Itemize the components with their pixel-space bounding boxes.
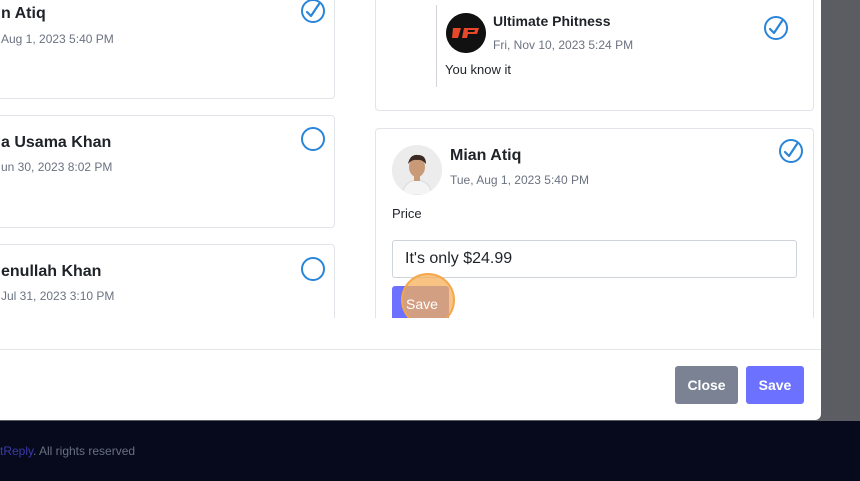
- brand-logo-avatar: [446, 13, 486, 53]
- reply-save-button[interactable]: Save: [392, 273, 455, 318]
- select-checkbox[interactable]: [301, 257, 325, 281]
- save-button[interactable]: Save: [746, 366, 804, 404]
- comment-author: Mian Atiq: [450, 147, 522, 164]
- comment-card[interactable]: a Usama Khan un 30, 2023 8:02 PM: [0, 115, 335, 228]
- comment-date: un 30, 2023 8:02 PM: [1, 160, 113, 174]
- reply-input[interactable]: [392, 240, 797, 278]
- comment-author: enullah Khan: [1, 263, 102, 280]
- page-footer: tReply . All rights reserved: [0, 421, 860, 481]
- modal-dialog: n Atiq Aug 1, 2023 5:40 PM a Usama Khan …: [0, 0, 821, 420]
- comment-message: Price: [392, 206, 422, 221]
- reply-thread-line: [436, 5, 437, 87]
- reply-date: Fri, Nov 10, 2023 5:24 PM: [493, 38, 634, 52]
- comment-card[interactable]: Mian Atiq Tue, Aug 1, 2023 5:40 PM Price…: [375, 128, 814, 318]
- reply-save-label: Save: [406, 296, 438, 312]
- user-photo-icon: [392, 145, 442, 195]
- brand-link[interactable]: tReply: [0, 444, 34, 458]
- select-checkbox-checked[interactable]: [779, 139, 803, 163]
- select-checkbox-checked[interactable]: [301, 0, 325, 23]
- copyright-text: . All rights reserved: [33, 444, 136, 458]
- reply-author: Ultimate Phitness: [493, 13, 611, 29]
- checkmark-icon: [768, 19, 784, 35]
- comment-card[interactable]: n Atiq Aug 1, 2023 5:40 PM: [0, 0, 335, 99]
- modal-body: n Atiq Aug 1, 2023 5:40 PM a Usama Khan …: [0, 0, 821, 318]
- select-checkbox-checked[interactable]: [764, 16, 788, 40]
- up-logo-icon: [446, 13, 486, 53]
- comment-date: Jul 31, 2023 3:10 PM: [1, 289, 115, 303]
- select-checkbox[interactable]: [301, 127, 325, 151]
- reply-message: You know it: [445, 62, 512, 77]
- comment-author: n Atiq: [1, 5, 46, 22]
- checkmark-icon: [783, 142, 799, 158]
- comment-author: a Usama Khan: [1, 134, 112, 151]
- comment-date: Aug 1, 2023 5:40 PM: [1, 32, 114, 46]
- modal-footer-divider: [0, 349, 821, 350]
- checkmark-icon: [305, 2, 321, 18]
- reply-thread-card: Ultimate Phitness Fri, Nov 10, 2023 5:24…: [375, 0, 814, 111]
- comment-card[interactable]: enullah Khan Jul 31, 2023 3:10 PM: [0, 244, 335, 318]
- close-button[interactable]: Close: [675, 366, 738, 404]
- comment-date: Tue, Aug 1, 2023 5:40 PM: [450, 173, 589, 187]
- avatar: [392, 145, 442, 195]
